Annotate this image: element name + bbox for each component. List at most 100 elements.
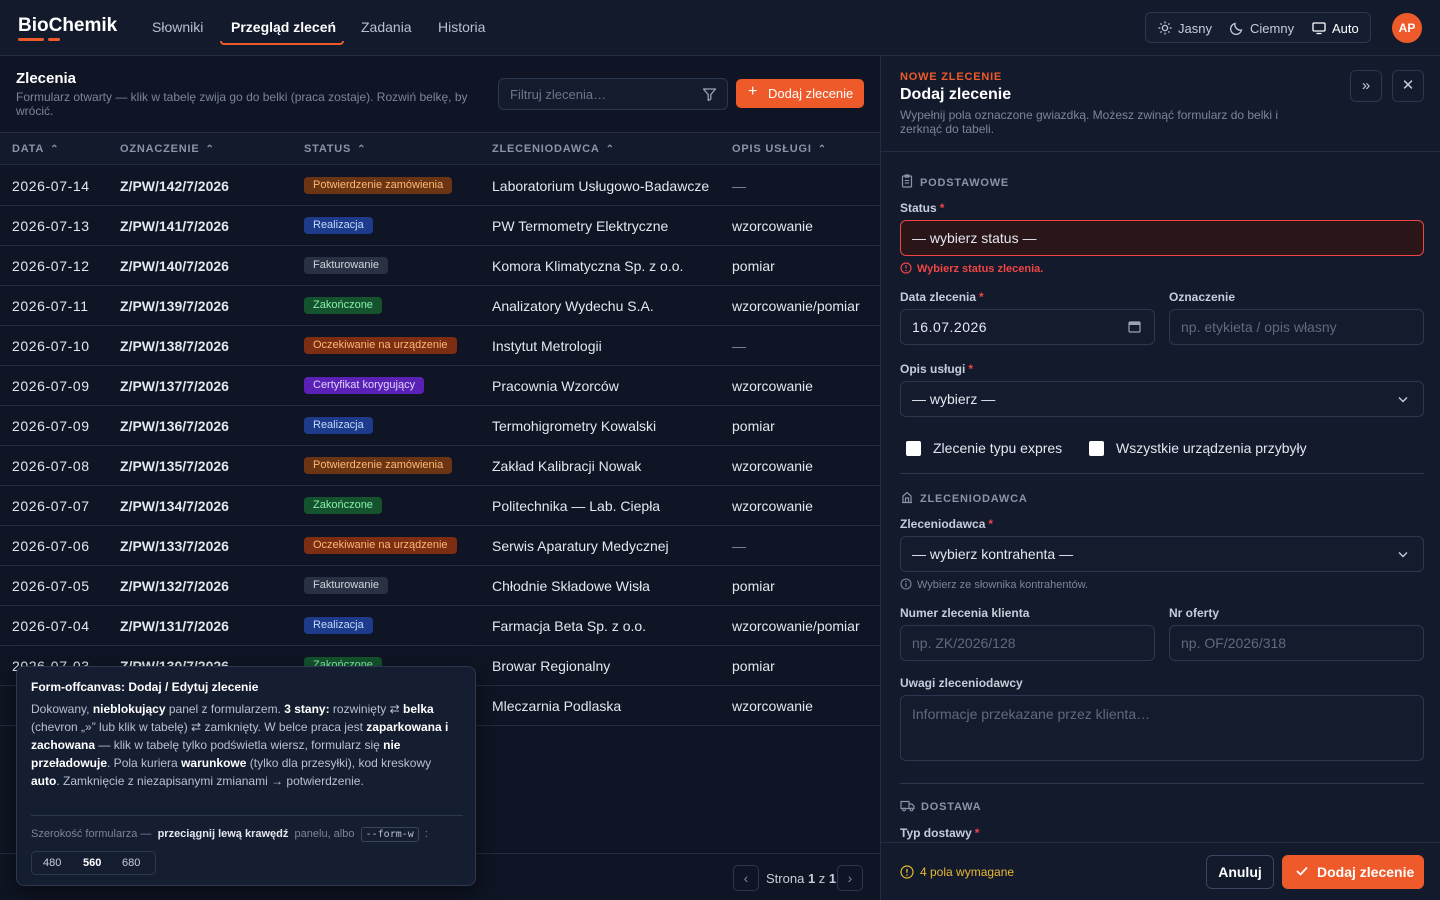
page-indicator: Strona 1 z 1 [766, 871, 837, 886]
status-badge: Zakończone [304, 297, 382, 314]
column-header-service[interactable]: OPIS USŁUGI [732, 143, 827, 155]
chevron-down-icon [1398, 397, 1408, 403]
table-row[interactable]: 2026-07-11 Z/PW/139/7/2026 Zakończone Anali… [0, 286, 880, 326]
required-count: 4 pola wymagane [900, 865, 1014, 879]
section-client-heading: ZLECENIODAWCA [900, 490, 1028, 505]
sun-icon [1158, 21, 1172, 35]
table-row[interactable]: 2026-07-06 Z/PW/133/7/2026 Oczekiwanie na … [0, 526, 880, 566]
form-footer: 4 pola wymagane Anuluj Dodaj zlecenie [881, 842, 1440, 900]
status-badge: Zakończone [304, 497, 382, 514]
cell-date: 2026-07-11 [12, 298, 89, 314]
table-row[interactable]: 2026-07-13 Z/PW/141/7/2026 Realizacja PW Te… [0, 206, 880, 246]
express-checkbox[interactable] [906, 441, 921, 456]
theme-light-option[interactable]: Jasny [1178, 21, 1212, 36]
column-header-date[interactable]: DATA [12, 143, 59, 155]
offer-input[interactable]: np. OF/2026/318 [1169, 625, 1424, 661]
section-basic-heading: PODSTAWOWE [900, 174, 1009, 189]
cell-code: Z/PW/135/7/2026 [120, 458, 229, 474]
close-panel-button[interactable]: ✕ [1392, 70, 1424, 102]
table-row[interactable]: 2026-07-14 Z/PW/142/7/2026 Potwierdzenie z… [0, 166, 880, 206]
table-row[interactable]: 2026-07-12 Z/PW/140/7/2026 Fakturowanie Kom… [0, 246, 880, 286]
cell-date: 2026-07-08 [12, 458, 90, 474]
table-row[interactable]: 2026-07-09 Z/PW/137/7/2026 Certyfikat kory… [0, 366, 880, 406]
width-option-480[interactable]: 480 [43, 857, 61, 869]
section-delivery-heading: DOSTAWA [900, 799, 981, 813]
submit-order-button[interactable]: Dodaj zlecenie [1282, 855, 1424, 889]
mark-input[interactable]: np. etykieta / opis własny [1169, 309, 1424, 345]
delivery-label: Typ dostawy * [900, 826, 980, 840]
cell-code: Z/PW/142/7/2026 [120, 178, 229, 194]
all-devices-checkbox-label: Wszystkie urządzenia przybyły [1116, 440, 1307, 456]
table-row[interactable]: 2026-07-04 Z/PW/131/7/2026 Realizacja Farma… [0, 606, 880, 646]
status-badge: Potwierdzenie zamówienia [304, 177, 453, 194]
client-order-input[interactable]: np. ZK/2026/128 [900, 625, 1155, 661]
status-select[interactable]: — wybierz status — [900, 220, 1424, 256]
collapse-panel-button[interactable]: » [1350, 70, 1382, 102]
info-icon [900, 578, 912, 590]
cell-service: — [732, 178, 746, 194]
table-row[interactable]: 2026-07-07 Z/PW/134/7/2026 Zakończone Polit… [0, 486, 880, 526]
cell-client: Mleczarnia Podlaska [492, 698, 622, 714]
form-title: Dodaj zlecenie [900, 86, 1012, 103]
cell-date: 2026-07-10 [12, 338, 90, 354]
width-option-680[interactable]: 680 [122, 857, 140, 869]
filter-input[interactable]: Filtruj zlecenia… [498, 78, 728, 110]
cell-service: wzorcowanie [732, 698, 813, 714]
status-badge: Potwierdzenie zamówienia [304, 457, 453, 474]
cell-client: Politechnika — Lab. Ciepła [492, 498, 661, 514]
cell-code: Z/PW/136/7/2026 [120, 418, 229, 434]
add-order-button[interactable]: + Dodaj zlecenie [736, 79, 864, 108]
date-input[interactable]: 16.07.2026 [900, 309, 1155, 345]
tooltip-body: Dokowany, nieblokujący panel z formularz… [31, 702, 449, 788]
cell-code: Z/PW/137/7/2026 [120, 378, 229, 394]
prev-page-button[interactable]: ‹ [733, 865, 759, 891]
cell-client: Termohigrometry Kowalski [492, 418, 657, 434]
all-devices-checkbox[interactable] [1089, 441, 1104, 456]
column-header-status[interactable]: STATUS [304, 143, 366, 155]
tooltip-width-hint: Szerokość formularza — przeciągnij lewą … [31, 827, 428, 842]
theme-auto-option[interactable]: Auto [1332, 21, 1359, 36]
notes-textarea[interactable]: Informacje przekazane przez klienta… [900, 695, 1424, 761]
table-row[interactable]: 2026-07-09 Z/PW/136/7/2026 Realizacja Termo… [0, 406, 880, 446]
cancel-button[interactable]: Anuluj [1206, 855, 1274, 889]
cell-code: Z/PW/133/7/2026 [120, 538, 229, 554]
mark-label: Oznaczenie [1169, 290, 1236, 304]
table-row[interactable]: 2026-07-05 Z/PW/132/7/2026 Fakturowanie Chł… [0, 566, 880, 606]
user-avatar[interactable]: AP [1392, 13, 1422, 43]
filter-icon[interactable] [702, 87, 717, 102]
table-row[interactable]: 2026-07-10 Z/PW/138/7/2026 Oczekiwanie na … [0, 326, 880, 366]
cell-client: Pracownia Wzorców [492, 378, 619, 394]
cell-code: Z/PW/140/7/2026 [120, 258, 229, 274]
column-header-client[interactable]: ZLECENIODAWCA [492, 143, 615, 155]
cell-code: Z/PW/132/7/2026 [120, 578, 229, 594]
warning-icon [900, 865, 914, 879]
status-badge: Fakturowanie [304, 577, 389, 594]
table-row[interactable]: 2026-07-08 Z/PW/135/7/2026 Potwierdzenie z… [0, 446, 880, 486]
app-logo[interactable]: BioChemik [18, 15, 117, 37]
cell-client: Chłodnie Składowe Wisła [492, 578, 650, 594]
cell-code: Z/PW/141/7/2026 [120, 218, 229, 234]
calendar-icon[interactable] [1128, 320, 1141, 333]
cell-code: Z/PW/131/7/2026 [120, 618, 229, 634]
service-select[interactable]: — wybierz — [900, 381, 1424, 417]
notes-label: Uwagi zleceniodawcy [900, 676, 1023, 690]
nav-item-zadania[interactable]: Zadania [361, 19, 412, 35]
offer-label: Nr oferty [1169, 606, 1220, 620]
filter-placeholder: Filtruj zlecenia… [510, 87, 607, 102]
cell-client: Instytut Metrologii [492, 338, 602, 354]
next-page-button[interactable]: › [837, 865, 863, 891]
cell-service: pomiar [732, 258, 775, 274]
truck-icon [900, 800, 915, 812]
column-header-code[interactable]: OZNACZENIE [120, 143, 215, 155]
cell-client: Zakład Kalibracji Nowak [492, 458, 642, 474]
theme-switcher: Jasny Ciemny Auto [1145, 12, 1371, 43]
nav-item-przeglad-zlecen[interactable]: Przegląd zleceń [231, 19, 336, 35]
theme-dark-option[interactable]: Ciemny [1250, 21, 1294, 36]
nav-item-slowniki[interactable]: Słowniki [152, 19, 203, 35]
top-bar: BioChemik Słowniki Przegląd zleceń Zadan… [0, 0, 1440, 56]
cell-service: wzorcowanie [732, 498, 813, 514]
client-select[interactable]: — wybierz kontrahenta — [900, 536, 1424, 572]
active-nav-indicator [220, 41, 344, 45]
nav-item-historia[interactable]: Historia [438, 19, 485, 35]
width-option-560[interactable]: 560 [83, 857, 101, 869]
